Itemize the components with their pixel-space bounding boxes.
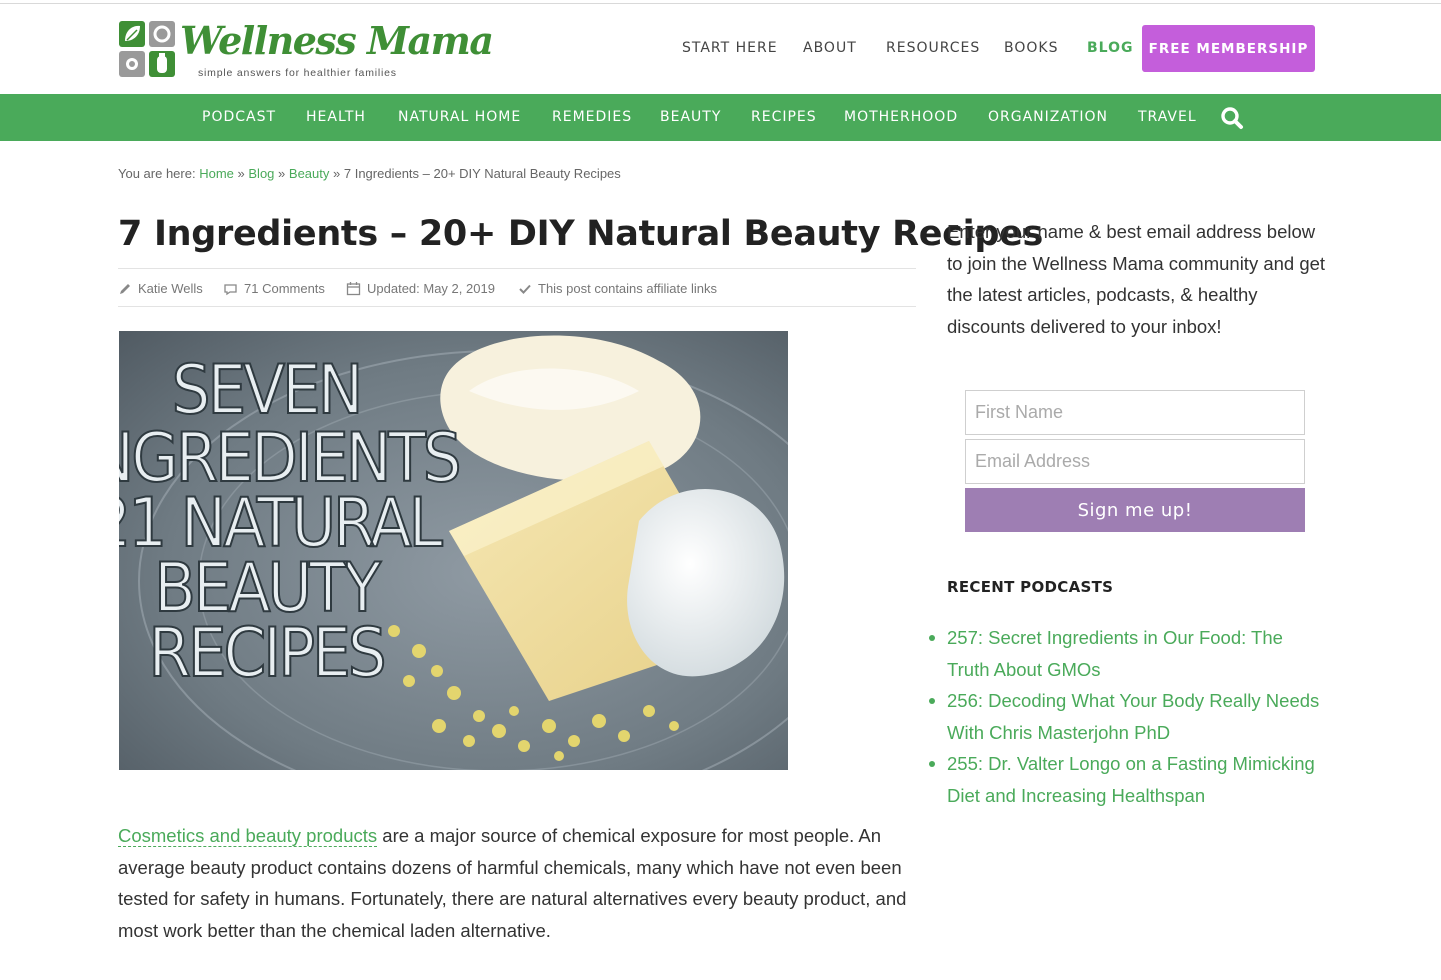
post-title: 7 Ingredients – 20+ DIY Natural Beauty R…	[118, 214, 1044, 254]
nav-remedies[interactable]: REMEDIES	[552, 109, 632, 125]
podcast-link[interactable]: 257: Secret Ingredients in Our Food: The…	[947, 627, 1283, 680]
comment-icon	[224, 283, 237, 295]
pencil-icon	[120, 283, 130, 294]
breadcrumb-separator: »	[278, 166, 286, 181]
list-item: 256: Decoding What Your Body Really Need…	[929, 685, 1327, 748]
nav-motherhood[interactable]: MOTHERHOOD	[844, 109, 958, 125]
post-updated: Updated: May 2, 2019	[346, 281, 495, 296]
top-border	[0, 3, 1441, 4]
breadcrumb-beauty[interactable]: Beauty	[289, 166, 329, 181]
site-logo[interactable]: Wellness Mama simple answers for healthi…	[118, 18, 494, 84]
free-membership-button[interactable]: FREE MEMBERSHIP	[1142, 25, 1315, 72]
hero-text-line: RECIPES	[148, 614, 383, 693]
comment-count: 71 Comments	[244, 281, 325, 296]
divider	[118, 306, 916, 307]
podcast-link[interactable]: 256: Decoding What Your Body Really Need…	[947, 690, 1319, 743]
calendar-icon	[346, 282, 361, 296]
intro-paragraph: Cosmetics and beauty products are a majo…	[118, 820, 918, 946]
nav-travel[interactable]: TRAVEL	[1138, 109, 1197, 125]
logo-wordmark: Wellness Mama	[180, 18, 494, 63]
affiliate-note: This post contains affiliate links	[518, 281, 717, 296]
breadcrumb-blog[interactable]: Blog	[248, 166, 274, 181]
nav-recipes[interactable]: RECIPES	[751, 109, 817, 125]
nav-resources[interactable]: RESOURCES	[886, 40, 980, 56]
author-name: Katie Wells	[138, 281, 203, 296]
breadcrumb-home[interactable]: Home	[199, 166, 234, 181]
breadcrumb-separator: »	[237, 166, 245, 181]
sign-up-button[interactable]: Sign me up!	[965, 488, 1305, 532]
list-item: 257: Secret Ingredients in Our Food: The…	[929, 622, 1327, 685]
search-icon[interactable]	[1218, 104, 1246, 132]
post-comments[interactable]: 71 Comments	[223, 281, 325, 296]
nav-start-here[interactable]: START HERE	[682, 40, 778, 56]
nav-podcast[interactable]: PODCAST	[202, 109, 276, 125]
affiliate-text: This post contains affiliate links	[538, 281, 717, 296]
nav-blog[interactable]: BLOG	[1087, 40, 1134, 56]
post-author[interactable]: Katie Wells	[118, 281, 203, 296]
updated-date: Updated: May 2, 2019	[367, 281, 495, 296]
nav-natural-home[interactable]: NATURAL HOME	[398, 109, 521, 125]
first-name-field[interactable]	[965, 390, 1305, 435]
check-icon	[519, 284, 531, 294]
divider	[118, 268, 916, 269]
nav-about[interactable]: ABOUT	[803, 40, 857, 56]
breadcrumb-current: 7 Ingredients – 20+ DIY Natural Beauty R…	[343, 166, 621, 181]
nav-organization[interactable]: ORGANIZATION	[988, 109, 1108, 125]
cosmetics-link[interactable]: Cosmetics and beauty products	[118, 825, 378, 847]
logo-icon	[119, 21, 175, 77]
nav-books[interactable]: BOOKS	[1004, 40, 1058, 56]
main-nav: PODCAST HEALTH NATURAL HOME REMEDIES BEA…	[0, 94, 1441, 141]
logo-tagline: simple answers for healthier families	[198, 67, 397, 79]
list-item: 255: Dr. Valter Longo on a Fasting Mimic…	[929, 748, 1327, 811]
nav-beauty[interactable]: BEAUTY	[660, 109, 721, 125]
breadcrumb: You are here: Home » Blog » Beauty » 7 I…	[118, 166, 621, 181]
email-field[interactable]	[965, 439, 1305, 484]
signup-intro: Enter your name & best email address bel…	[947, 221, 1326, 337]
recent-podcasts-heading: RECENT PODCASTS	[947, 578, 1114, 596]
breadcrumb-prefix: You are here:	[118, 166, 196, 181]
nav-health[interactable]: HEALTH	[306, 109, 366, 125]
breadcrumb-separator: »	[333, 166, 341, 181]
podcast-link[interactable]: 255: Dr. Valter Longo on a Fasting Mimic…	[947, 753, 1315, 806]
hero-image[interactable]: SEVEN INGREDIENTS 21 NATURAL BEAUTY RECI…	[119, 331, 788, 770]
recent-podcasts-list: 257: Secret Ingredients in Our Food: The…	[929, 622, 1327, 811]
